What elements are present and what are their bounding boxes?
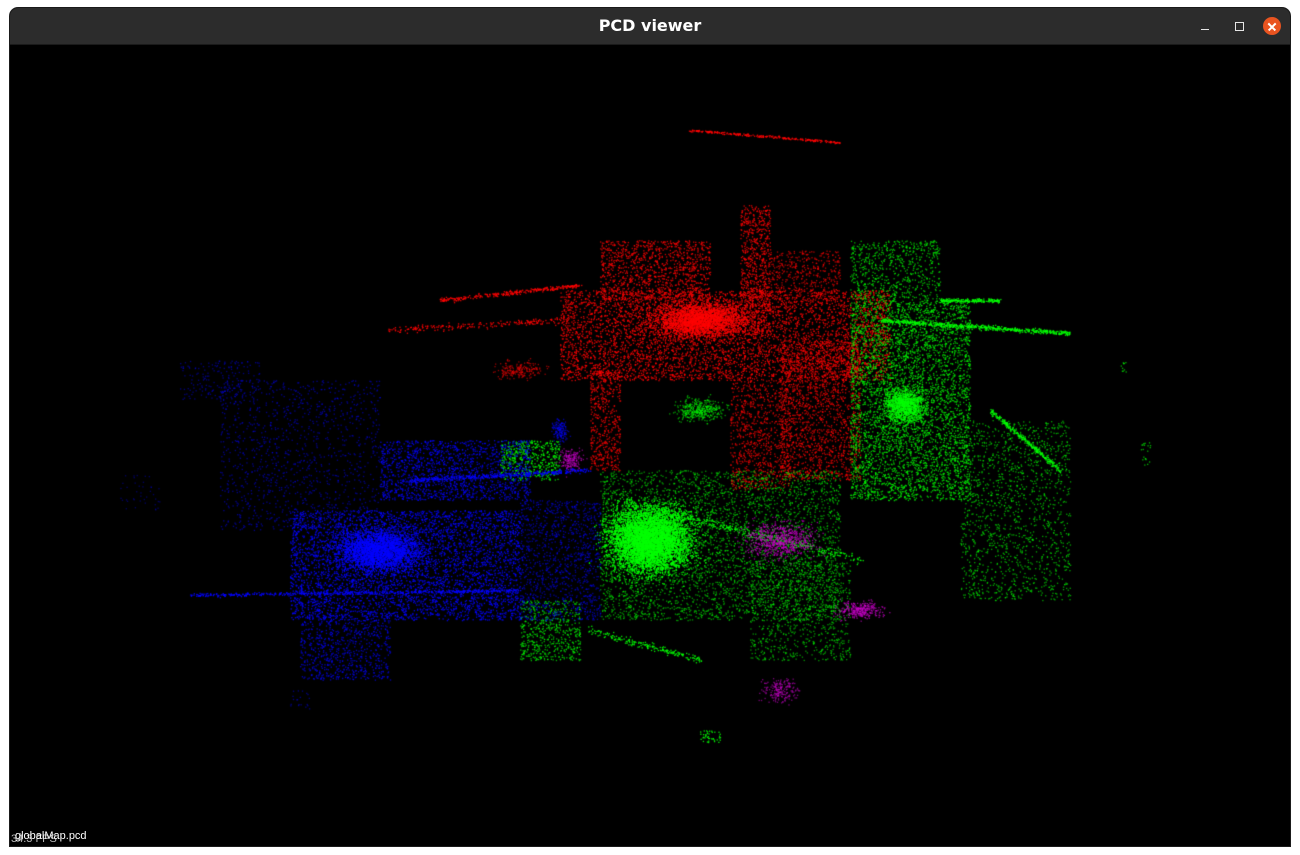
maximize-icon [1235, 22, 1244, 31]
maximize-button[interactable] [1230, 17, 1248, 35]
window-title: PCD viewer [598, 16, 702, 35]
close-button[interactable] [1263, 17, 1281, 35]
file-name-label: globalMap.pcd [15, 830, 87, 842]
minimize-icon [1201, 29, 1209, 30]
title-bar[interactable]: PCD viewer [10, 8, 1290, 45]
minimize-button[interactable] [1196, 17, 1214, 35]
point-cloud-canvas[interactable] [10, 45, 1290, 846]
point-cloud-viewport[interactable]: 34.3 FPS globalMap.pcd [10, 45, 1290, 846]
pcd-viewer-window: PCD viewer 34.3 FPS globalMap.pcd [10, 8, 1290, 846]
